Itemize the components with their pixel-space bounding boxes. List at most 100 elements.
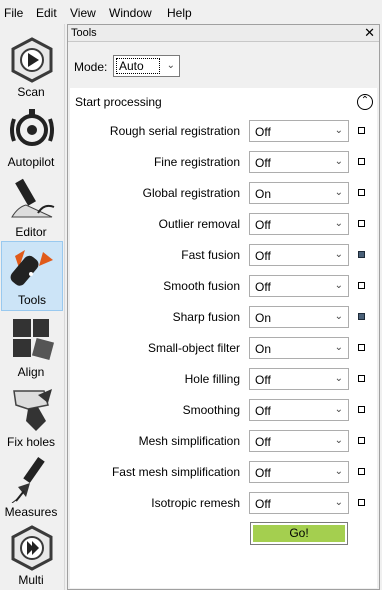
option-row: Isotropic remesh Off ⌄ xyxy=(70,492,377,514)
status-indicator xyxy=(358,344,365,351)
panel-title-bar: Tools ✕ xyxy=(68,25,379,42)
option-select[interactable]: Off ⌄ xyxy=(249,275,349,297)
chevron-down-icon: ⌄ xyxy=(334,342,343,353)
close-icon[interactable]: ✕ xyxy=(364,25,375,41)
option-row: Outlier removal Off ⌄ xyxy=(70,213,377,235)
chevron-down-icon: ⌄ xyxy=(334,280,343,291)
option-value: On xyxy=(255,311,272,325)
status-indicator xyxy=(358,375,365,382)
option-select[interactable]: Off ⌄ xyxy=(249,430,349,452)
status-indicator xyxy=(358,127,365,134)
chevron-down-icon: ⌄ xyxy=(334,404,343,415)
sidebar-item-tools[interactable]: Tools xyxy=(1,241,63,311)
autopilot-icon xyxy=(8,107,56,153)
sidebar-item-label: Scan xyxy=(17,85,45,99)
menu-window[interactable]: Window xyxy=(109,6,152,20)
option-select[interactable]: Off ⌄ xyxy=(249,244,349,266)
tools-panel: Tools ✕ Mode: Auto ⌄ Start processing ⌃ … xyxy=(67,24,380,590)
chevron-down-icon: ⌄ xyxy=(334,249,343,260)
option-label: Fast fusion xyxy=(181,248,240,262)
status-indicator xyxy=(358,220,365,227)
option-select[interactable]: Off ⌄ xyxy=(249,120,349,142)
status-indicator xyxy=(358,251,365,258)
menu-view[interactable]: View xyxy=(70,6,96,20)
option-select[interactable]: On ⌄ xyxy=(249,337,349,359)
option-value: Off xyxy=(255,404,271,418)
option-select[interactable]: On ⌄ xyxy=(249,306,349,328)
menu-help[interactable]: Help xyxy=(167,6,192,20)
group-title: Start processing xyxy=(75,95,162,109)
option-row: Fast mesh simplification Off ⌄ xyxy=(70,461,377,483)
sidebar-item-label: Tools xyxy=(17,293,46,307)
sidebar-item-label: Autopilot xyxy=(7,155,55,169)
option-value: On xyxy=(255,342,272,356)
option-label: Smooth fusion xyxy=(163,279,240,293)
menu-file[interactable]: File xyxy=(4,6,23,20)
option-label: Sharp fusion xyxy=(172,310,240,324)
chevron-down-icon: ⌄ xyxy=(334,156,343,167)
option-select[interactable]: Off ⌄ xyxy=(249,492,349,514)
option-label: Rough serial registration xyxy=(109,124,240,138)
option-label: Small-object filter xyxy=(147,341,240,355)
status-indicator xyxy=(358,158,365,165)
mode-select[interactable]: Auto ⌄ xyxy=(113,55,180,77)
collapse-button[interactable]: ⌃ xyxy=(357,94,373,110)
option-value: Off xyxy=(255,466,271,480)
option-label: Mesh simplification xyxy=(138,434,240,448)
option-value: Off xyxy=(255,125,271,139)
tools-icon xyxy=(9,246,57,292)
option-select[interactable]: Off ⌄ xyxy=(249,461,349,483)
sidebar-item-scan[interactable]: Scan xyxy=(1,34,63,102)
sidebar-item-align[interactable]: Align xyxy=(1,314,63,382)
option-label: Global registration xyxy=(142,186,240,200)
chevron-up-icon: ⌃ xyxy=(360,95,370,106)
status-indicator xyxy=(358,189,365,196)
sidebar-item-measures[interactable]: Measures xyxy=(1,454,63,522)
scan-icon xyxy=(8,37,56,83)
chevron-down-icon: ⌄ xyxy=(334,497,343,508)
sidebar-item-autopilot[interactable]: Autopilot xyxy=(1,104,63,172)
option-row: Small-object filter On ⌄ xyxy=(70,337,377,359)
chevron-down-icon: ⌄ xyxy=(334,373,343,384)
menu-edit[interactable]: Edit xyxy=(36,6,57,20)
option-row: Sharp fusion On ⌄ xyxy=(70,306,377,328)
menu-bar: File Edit View Window Help xyxy=(0,0,382,24)
option-value: Off xyxy=(255,218,271,232)
sidebar-item-multi[interactable]: Multi xyxy=(1,522,63,590)
measures-icon xyxy=(8,457,56,503)
option-value: Off xyxy=(255,373,271,387)
option-value: On xyxy=(255,187,272,201)
option-label: Smoothing xyxy=(182,403,240,417)
sidebar-item-label: Multi xyxy=(18,573,44,587)
option-label: Outlier removal xyxy=(158,217,240,231)
chevron-down-icon: ⌄ xyxy=(334,435,343,446)
sidebar-item-label: Align xyxy=(17,365,45,379)
go-button[interactable]: Go! xyxy=(250,522,348,545)
option-label: Fast mesh simplification xyxy=(111,465,240,479)
sidebar-item-fix-holes[interactable]: Fix holes xyxy=(1,384,63,452)
chevron-down-icon: ⌄ xyxy=(334,187,343,198)
sidebar-item-editor[interactable]: Editor xyxy=(1,174,63,242)
mode-label: Mode: xyxy=(74,60,108,74)
chevron-down-icon: ⌄ xyxy=(334,218,343,229)
option-row: Fast fusion Off ⌄ xyxy=(70,244,377,266)
option-row: Smooth fusion Off ⌄ xyxy=(70,275,377,297)
option-select[interactable]: Off ⌄ xyxy=(249,399,349,421)
option-select[interactable]: Off ⌄ xyxy=(249,151,349,173)
chevron-down-icon: ⌄ xyxy=(334,311,343,322)
chevron-down-icon: ⌄ xyxy=(334,125,343,136)
option-value: Off xyxy=(255,497,271,511)
option-label: Hole filling xyxy=(184,372,240,386)
option-select[interactable]: On ⌄ xyxy=(249,182,349,204)
sidebar: Scan Autopilot Editor Tools Align Fix ho… xyxy=(0,24,65,590)
option-row: Smoothing Off ⌄ xyxy=(70,399,377,421)
status-indicator xyxy=(358,313,365,320)
option-select[interactable]: Off ⌄ xyxy=(249,213,349,235)
sidebar-item-label: Fix holes xyxy=(6,435,56,449)
go-button-label: Go! xyxy=(253,525,345,542)
multi-icon xyxy=(8,525,56,571)
status-indicator xyxy=(358,499,365,506)
option-select[interactable]: Off ⌄ xyxy=(249,368,349,390)
option-row: Global registration On ⌄ xyxy=(70,182,377,204)
align-icon xyxy=(8,317,56,363)
